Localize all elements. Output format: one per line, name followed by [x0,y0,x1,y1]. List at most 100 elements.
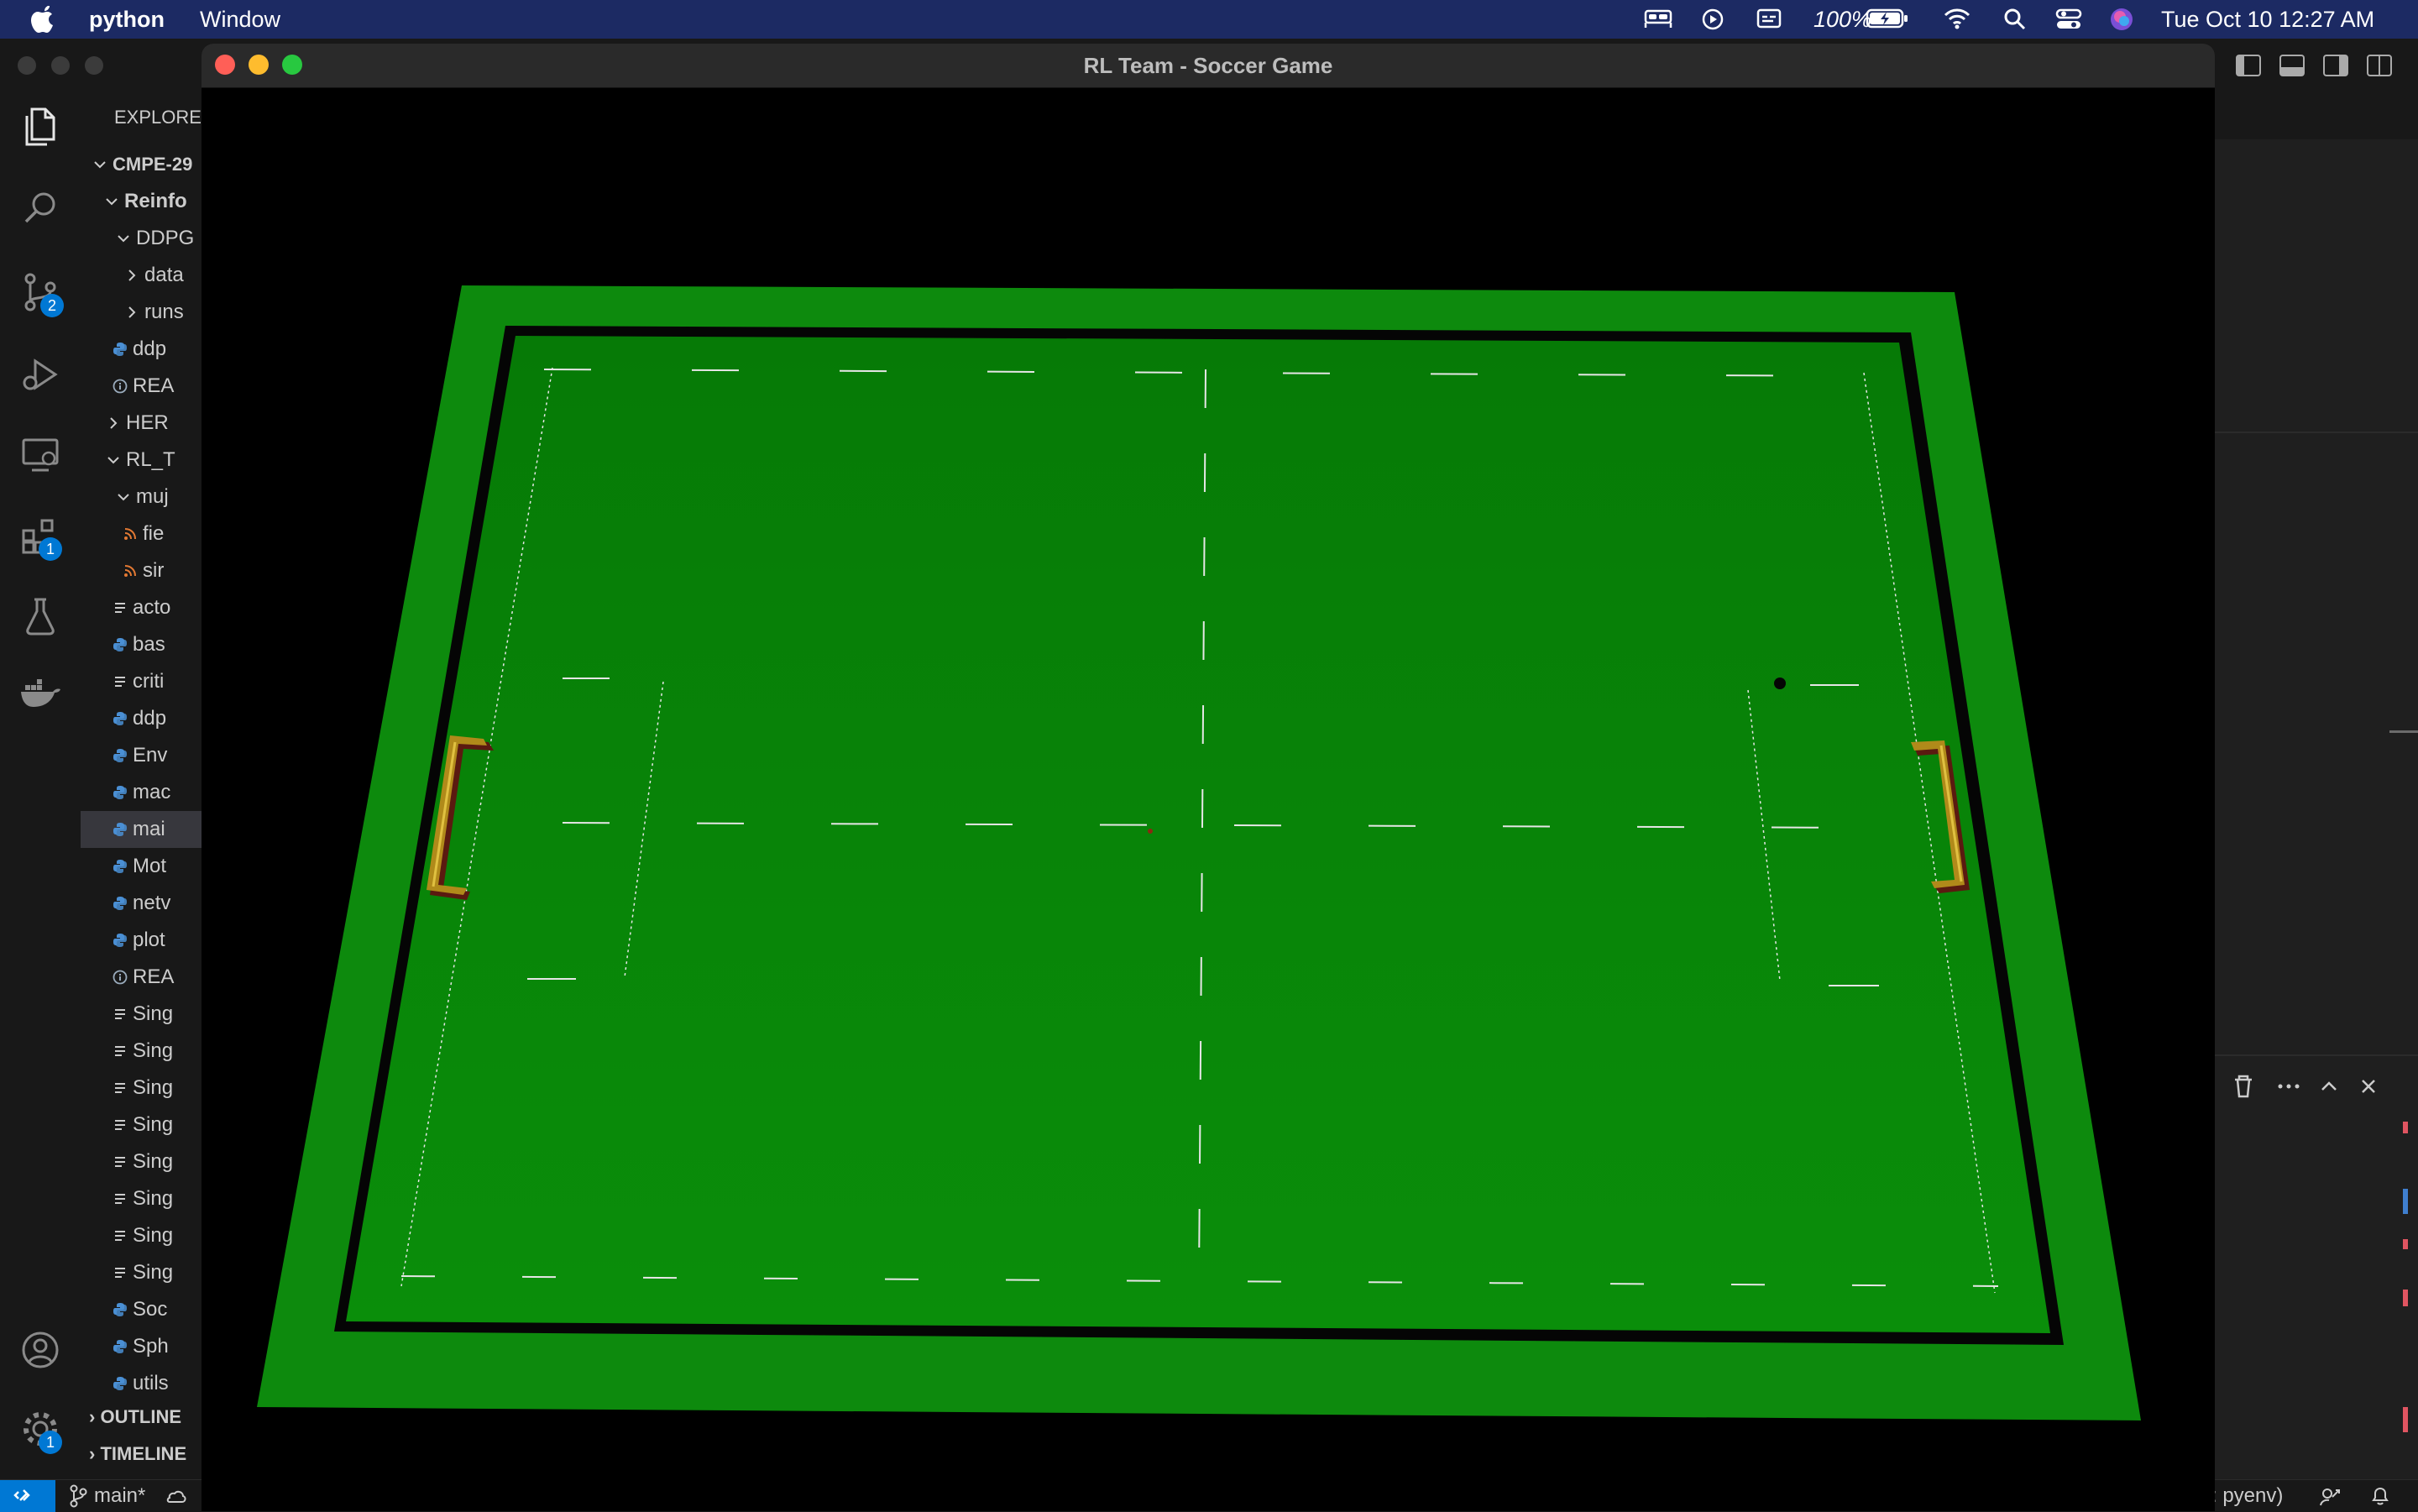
tree-item-label: data [144,264,184,286]
remote-indicator[interactable] [0,1480,55,1512]
tree-item[interactable]: Mot [81,848,205,885]
git-branch-icon[interactable] [69,1483,87,1509]
control-center-icon[interactable] [2055,8,2082,31]
tree-item[interactable]: runs [81,294,205,331]
accounts-icon[interactable] [20,1330,60,1370]
apple-icon[interactable] [30,4,55,33]
rss-icon [123,563,138,578]
app-menu-python[interactable]: python [89,7,165,32]
gear-icon[interactable]: 1 [20,1409,62,1454]
tree-item[interactable]: bas [81,626,205,663]
tree-item[interactable]: fie [81,515,205,552]
tree-item[interactable]: sir [81,552,205,589]
python-file-icon [113,637,128,652]
remote-explorer-icon[interactable] [20,437,60,473]
explorer-icon[interactable] [20,106,60,148]
tree-item[interactable]: Soc [81,1291,205,1328]
tree-item[interactable]: Sing [81,1070,205,1107]
tree-item-label: DDPG [136,227,195,249]
tree-item[interactable]: Sing [81,1217,205,1254]
caption-icon[interactable] [1756,8,1782,29]
sync-cloud-icon[interactable] [163,1485,188,1507]
tree-item[interactable]: muj [81,479,205,515]
text-file-icon [113,1191,128,1206]
python-env-label[interactable]: : pyenv) [2211,1483,2283,1509]
run-debug-icon[interactable] [20,354,60,395]
close-button[interactable] [215,55,235,75]
chevron-down-icon [92,157,107,172]
tree-item-label: runs [144,301,184,323]
tree-item[interactable]: utils [81,1365,205,1402]
tree-item[interactable]: mac [81,774,205,811]
activity-bar: 2 1 1 [0,89,81,1479]
docker-icon[interactable] [18,677,62,710]
soccer-field-render[interactable] [202,87,2215,1511]
pitch-inner [346,336,2050,1333]
chevron-right-icon [124,268,139,283]
siri-icon[interactable] [2109,7,2134,32]
tree-item[interactable]: Sph [81,1328,205,1365]
tree-item[interactable]: Sing [81,996,205,1033]
tree-item[interactable]: CMPE-29 [81,146,205,183]
tree-item[interactable]: data [81,257,205,294]
python-file-icon [113,342,128,357]
tree-item[interactable]: REA [81,368,205,405]
tree-item[interactable]: netv [81,885,205,922]
tree-item[interactable]: acto [81,589,205,626]
wifi-icon[interactable] [1943,8,1971,29]
outline-label: OUTLINE [100,1406,182,1427]
tree-item[interactable]: mai [81,811,205,848]
search-icon[interactable] [2003,8,2027,31]
game-window-titlebar[interactable]: RL Team - Soccer Game [202,44,2215,88]
tree-item[interactable]: plot [81,922,205,959]
explorer-title: EXPLORER [114,107,215,128]
scrollbar-marker[interactable] [2389,730,2418,733]
git-branch-label[interactable]: main* [94,1483,145,1509]
rss-icon [123,526,138,541]
tree-item-label: Soc [133,1298,168,1321]
zoom-button[interactable] [282,55,302,75]
tree-item[interactable]: RL_T [81,442,205,479]
game-window[interactable]: RL Team - Soccer Game [202,44,2215,1511]
timeline-section[interactable]: › TIMELINE [89,1436,186,1473]
tree-item[interactable]: Sing [81,1143,205,1180]
tree-item[interactable]: criti [81,663,205,700]
python-file-icon [113,748,128,763]
tree-item-label: REA [133,965,175,988]
center-marker [1148,829,1153,834]
play-circle-icon[interactable] [1701,8,1725,31]
panel-actions[interactable] [2230,1071,2398,1101]
tree-item[interactable]: ddp [81,700,205,737]
python-file-icon [113,1376,128,1391]
menu-window[interactable]: Window [200,7,280,32]
tree-item[interactable]: REA [81,959,205,996]
tree-item-label: RL_T [126,448,175,471]
battery-icon[interactable] [1866,8,1909,29]
bed-icon[interactable] [1644,8,1672,29]
layout-toggle-icons[interactable] [2233,52,2401,79]
search-icon[interactable] [22,190,59,227]
tree-item[interactable]: ddp [81,331,205,368]
tree-item-label: Sing [133,1039,174,1062]
tree-item[interactable]: Sing [81,1033,205,1070]
tree-item[interactable]: DDPG [81,220,205,257]
feedback-icon[interactable] [2319,1485,2342,1507]
tree-item-label: Sing [133,1261,174,1284]
extensions-icon[interactable]: 1 [20,515,62,561]
tree-item[interactable]: Sing [81,1254,205,1291]
source-control-icon[interactable]: 2 [22,272,64,317]
tree-item[interactable]: Sing [81,1107,205,1143]
menubar-clock[interactable]: Tue Oct 10 12:27 AM [2161,7,2374,32]
outline-section[interactable]: › OUTLINE [89,1399,181,1436]
testing-icon[interactable] [24,596,57,636]
minimize-button[interactable] [249,55,269,75]
tree-item[interactable]: Env [81,737,205,774]
text-file-icon [113,1117,128,1133]
tree-item[interactable]: Reinfo [81,183,205,220]
tree-item[interactable]: HER [81,405,205,442]
close-icon [2362,1080,2375,1093]
explorer-sidebar: EXPLORER CMPE-29 Reinfo DDPG data runs ddp REA… [81,89,215,1479]
tree-item[interactable]: Sing [81,1180,205,1217]
tree-item-label: Mot [133,855,167,877]
bell-icon[interactable] [2369,1485,2391,1507]
